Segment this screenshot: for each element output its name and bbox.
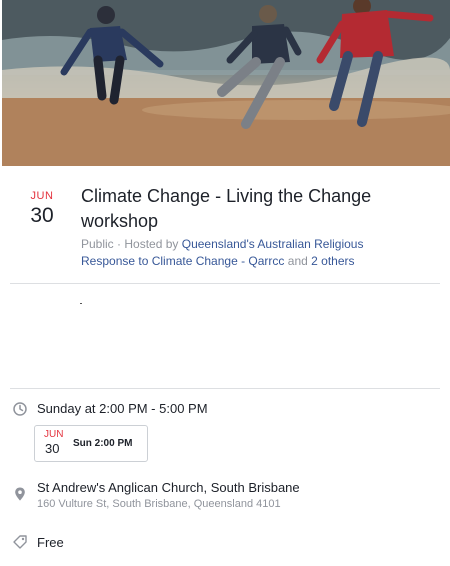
cover-illustration [2,0,450,166]
clock-icon [13,402,27,416]
event-date-badge: JUN 30 [22,190,62,228]
event-time[interactable]: Sunday at 2:00 PM - 5:00 PM [37,401,208,416]
other-hosts-link[interactable]: 2 others [311,254,354,268]
event-cover-photo[interactable] [2,0,450,166]
hosted-and: and [287,254,308,268]
event-hosts: Public · Hosted by Queensland's Australi… [81,236,411,270]
event-privacy: Public [81,237,114,251]
event-price: Free [37,535,64,550]
separator-dot: · [117,237,122,251]
location-name[interactable]: St Andrew's Anglican Church, South Brisb… [37,480,300,495]
location-pin-icon [15,487,25,501]
mini-cal-time: Sun 2:00 PM [73,438,133,449]
event-title[interactable]: Climate Change - Living the Change works… [81,184,401,234]
decorative-dot [80,303,82,304]
mini-cal-month: JUN [44,429,64,440]
event-date-month: JUN [30,190,54,202]
hosted-prefix: Hosted by [124,237,179,251]
mini-cal-day: 30 [45,441,60,456]
divider [10,283,440,284]
event-date-day: 30 [30,204,54,227]
location-address[interactable]: 160 Vulture St, South Brisbane, Queensla… [37,498,281,510]
divider [10,388,440,389]
tag-icon [13,535,27,549]
add-to-calendar-chip[interactable]: JUN 30 Sun 2:00 PM [34,425,148,462]
